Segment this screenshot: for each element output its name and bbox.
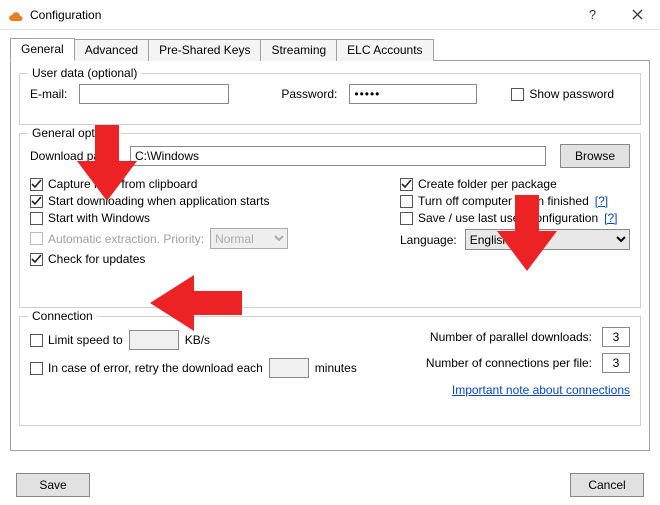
check-retry[interactable]: In case of error, retry the download eac… — [30, 358, 400, 378]
password-field[interactable] — [349, 84, 477, 104]
checkmark-icon — [30, 195, 43, 208]
help-button[interactable]: ? — [570, 0, 615, 30]
titlebar: Configuration ? — [0, 0, 660, 30]
check-start-downloading[interactable]: Start downloading when application start… — [30, 194, 400, 208]
perfile-label: Number of connections per file: — [426, 356, 592, 370]
checkbox-icon — [400, 195, 413, 208]
group-connection-legend: Connection — [28, 309, 97, 323]
checkbox-icon — [30, 362, 43, 375]
checkbox-icon — [400, 212, 413, 225]
checkbox-icon — [511, 88, 524, 101]
showpass-label: Show password — [529, 87, 614, 101]
check-limit-speed[interactable]: Limit speed to KB/s — [30, 330, 400, 350]
language-select[interactable]: English — [465, 229, 630, 250]
email-label: E-mail: — [30, 87, 67, 101]
checkbox-icon — [30, 232, 43, 245]
email-field[interactable] — [79, 84, 229, 104]
language-label: Language: — [400, 233, 457, 247]
checkbox-icon — [30, 334, 43, 347]
showpass-checkbox[interactable]: Show password — [511, 87, 614, 101]
tab-general[interactable]: General — [10, 38, 75, 61]
checkmark-icon — [30, 253, 43, 266]
dlpath-label: Download path: — [30, 149, 120, 163]
checkbox-icon — [30, 212, 43, 225]
cancel-button[interactable]: Cancel — [570, 473, 644, 497]
check-updates[interactable]: Check for updates — [30, 252, 400, 266]
app-icon — [8, 7, 24, 23]
perfile-field[interactable] — [602, 353, 630, 373]
priority-select: Normal — [210, 228, 288, 249]
tab-preshared-keys[interactable]: Pre-Shared Keys — [149, 39, 261, 61]
group-userdata-legend: User data (optional) — [28, 66, 141, 80]
help-link[interactable]: [?] — [604, 211, 617, 225]
check-create-folder[interactable]: Create folder per package — [400, 177, 630, 191]
tab-strip: General Advanced Pre-Shared Keys Streami… — [10, 38, 650, 61]
limit-unit-label: KB/s — [185, 333, 210, 347]
tab-elc-accounts[interactable]: ELC Accounts — [337, 39, 433, 61]
group-general: General options Download path: Browse Ca… — [19, 133, 641, 308]
help-link[interactable]: [?] — [595, 194, 608, 208]
check-turnoff[interactable]: Turn off computer when finished [?] — [400, 194, 630, 208]
group-general-legend: General options — [28, 126, 121, 140]
parallel-label: Number of parallel downloads: — [430, 330, 592, 344]
check-start-windows[interactable]: Start with Windows — [30, 211, 400, 225]
checkmark-icon — [400, 178, 413, 191]
retry-unit-label: minutes — [315, 361, 357, 375]
password-label: Password: — [281, 87, 337, 101]
retry-value-field — [269, 358, 309, 378]
save-button[interactable]: Save — [16, 473, 90, 497]
check-save-config[interactable]: Save / use last used configuration [?] — [400, 211, 630, 225]
check-auto-extraction[interactable]: Automatic extraction. Priority: Normal — [30, 228, 400, 249]
window-title: Configuration — [30, 8, 570, 22]
check-capture-links[interactable]: Capture links from clipboard — [30, 177, 400, 191]
tab-streaming[interactable]: Streaming — [261, 39, 337, 61]
group-connection: Connection Limit speed to KB/s In case o… — [19, 316, 641, 426]
close-button[interactable] — [615, 0, 660, 30]
limit-value-field — [129, 330, 179, 350]
bottom-bar: Save Cancel — [0, 465, 660, 505]
group-userdata: User data (optional) E-mail: Password: S… — [19, 73, 641, 125]
tab-advanced[interactable]: Advanced — [75, 39, 149, 61]
content-pane: User data (optional) E-mail: Password: S… — [10, 61, 650, 451]
parallel-field[interactable] — [602, 327, 630, 347]
connection-note-link[interactable]: Important note about connections — [452, 383, 630, 397]
dlpath-field[interactable] — [130, 146, 546, 166]
checkmark-icon — [30, 178, 43, 191]
browse-button[interactable]: Browse — [560, 144, 630, 168]
